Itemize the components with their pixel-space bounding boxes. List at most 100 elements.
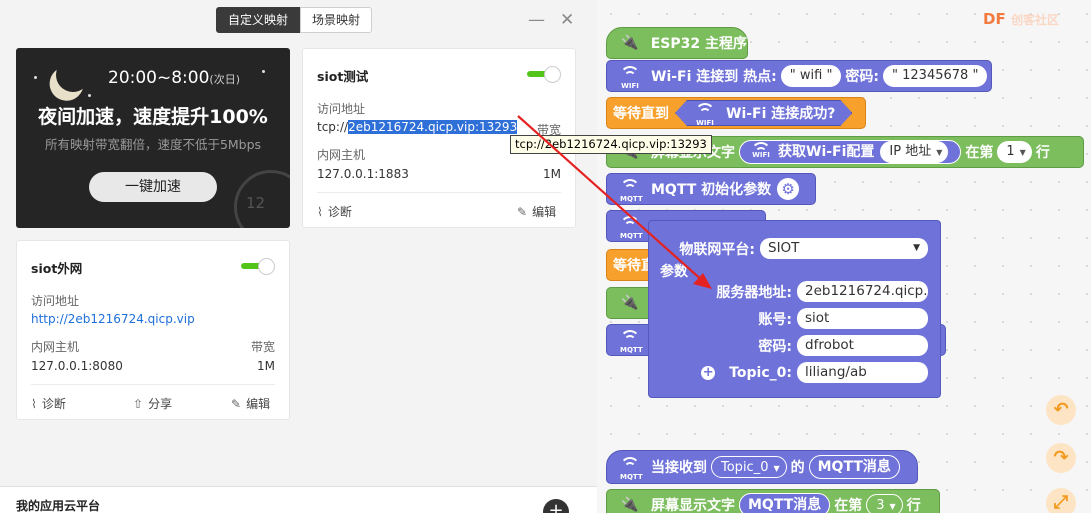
caret-down-icon: ▼ bbox=[773, 464, 780, 473]
star-icon bbox=[34, 76, 37, 79]
mapping-tabs: 自定义映射 场景映射 bbox=[216, 7, 373, 33]
topic-dropdown[interactable]: Topic_0 ▼ bbox=[711, 456, 787, 478]
plug-icon: 🔌 bbox=[621, 35, 639, 51]
mapping-panel: 自定义映射 场景映射 — ✕ 20:00~8:00(次日) 夜间加速，速度提升1… bbox=[0, 0, 597, 513]
wifi-icon: MQTT bbox=[617, 327, 643, 354]
address-tooltip: tcp://2eb1216724.qicp.vip:13293 bbox=[510, 135, 712, 154]
topic-label: Topic_0: bbox=[729, 364, 792, 381]
block-esp32-main[interactable]: 🔌 ESP32 主程序 bbox=[606, 27, 748, 59]
block-label: Wi-Fi 连接到 热点: bbox=[651, 69, 777, 85]
star-icon bbox=[88, 94, 91, 97]
edit-label: 编辑 bbox=[246, 397, 271, 411]
ip-address-dropdown[interactable]: IP 地址 ▼ bbox=[880, 141, 949, 163]
add-topic-button[interactable]: + bbox=[701, 365, 716, 380]
block-wifi-connect[interactable]: WIFI Wi-Fi 连接到 热点: " wifi " 密码: " 123456… bbox=[606, 60, 992, 92]
one-click-boost-button[interactable]: 一键加速 bbox=[89, 172, 217, 202]
block-wait-until[interactable]: 等待直到 WIFI Wi-Fi 连接成功? bbox=[606, 97, 866, 129]
server-address-input[interactable]: 2eb1216724.qicp. bbox=[797, 281, 928, 302]
line-number-dropdown[interactable]: 1 ▼ bbox=[997, 141, 1032, 163]
block-screen-show-message[interactable]: 🔌 屏幕显示文字 MQTT消息 在第 3 ▼ 行 bbox=[606, 489, 940, 513]
server-label: 服务器地址: bbox=[716, 284, 792, 301]
mapping-card-siot-external: siot外网 访问地址 http://2eb1216724.qicp.vip 内… bbox=[16, 240, 290, 420]
address-selected-text[interactable]: 2eb1216724.qicp.vip:13293 bbox=[348, 120, 518, 134]
caret-down-icon: ▼ bbox=[889, 502, 896, 511]
promo-subtitle: 所有映射带宽翻倍，速度不低于5Mbps bbox=[44, 137, 262, 152]
app-cloud-bar: 我的应用云平台 + bbox=[0, 486, 597, 513]
block-label: MQTT 初始化参数 bbox=[651, 182, 772, 198]
edit-button[interactable]: ✎ 编辑 bbox=[517, 203, 556, 220]
close-button[interactable]: ✕ bbox=[560, 10, 574, 30]
share-button[interactable]: ⇧ 分享 bbox=[133, 395, 172, 412]
divider bbox=[317, 192, 561, 193]
password-input[interactable]: dfrobot bbox=[797, 335, 928, 356]
of-label: 的 bbox=[790, 460, 805, 476]
fit-view-button[interactable]: ⤢ bbox=[1046, 488, 1076, 513]
wifi-icon: MQTT bbox=[617, 213, 643, 240]
night-boost-promo: 20:00~8:00(次日) 夜间加速，速度提升100% 所有映射带宽翻倍，速度… bbox=[16, 48, 290, 228]
redo-button[interactable]: ↷ bbox=[1046, 443, 1076, 473]
platform-row: 物联网平台: SIOT bbox=[679, 238, 928, 259]
diagnose-button[interactable]: ⌇ 诊断 bbox=[31, 395, 66, 412]
share-label: 分享 bbox=[148, 397, 173, 411]
password-row: 密码: dfrobot bbox=[758, 335, 928, 356]
mqtt-message-reporter[interactable]: MQTT消息 bbox=[808, 455, 900, 479]
tab-scene-mapping[interactable]: 场景映射 bbox=[300, 7, 373, 33]
access-address[interactable]: tcp://2eb1216724.qicp.vip:13293 bbox=[317, 120, 518, 134]
block-on-mqtt-receive[interactable]: MQTT 当接收到 Topic_0 ▼ 的 MQTT消息 bbox=[606, 450, 918, 484]
minimize-button[interactable]: — bbox=[528, 10, 545, 30]
plug-icon: 🔌 bbox=[621, 497, 639, 513]
params-label: 参数 bbox=[660, 264, 688, 280]
diagnose-icon: ⌇ bbox=[317, 205, 323, 219]
host-label: 内网主机 bbox=[317, 148, 366, 162]
plug-icon: 🔌 bbox=[621, 295, 639, 311]
block-label: 屏幕显示文字 bbox=[651, 498, 735, 513]
edit-button[interactable]: ✎ 编辑 bbox=[231, 395, 270, 412]
internal-host: 127.0.0.1:8080 bbox=[31, 359, 123, 373]
edit-icon: ✎ bbox=[231, 397, 242, 411]
wifi-password-input[interactable]: " 12345678 " bbox=[883, 65, 988, 87]
gear-icon[interactable]: ⚙ bbox=[777, 178, 800, 200]
share-icon: ⇧ bbox=[133, 397, 144, 411]
app-cloud-title: 我的应用云平台 bbox=[16, 499, 101, 513]
diagnose-label: 诊断 bbox=[41, 397, 66, 411]
block-label: 等待直到 bbox=[613, 106, 669, 122]
mqtt-params-popup: 物联网平台: SIOT 参数 服务器地址: 2eb1216724.qicp. 账… bbox=[648, 220, 941, 398]
wifi-icon: MQTT bbox=[617, 176, 643, 203]
account-row: 账号: siot bbox=[758, 308, 928, 329]
block-label: ESP32 主程序 bbox=[650, 36, 747, 52]
dropdown-value: 1 bbox=[1006, 144, 1015, 159]
get-wifi-config-reporter[interactable]: WIFI 获取Wi-Fi配置 IP 地址 ▼ bbox=[739, 139, 962, 165]
undo-button[interactable]: ↶ bbox=[1046, 395, 1076, 425]
mapping-toggle[interactable] bbox=[241, 258, 275, 275]
wifi-icon: WIFI bbox=[748, 139, 774, 165]
account-label: 账号: bbox=[758, 311, 792, 328]
star-icon bbox=[262, 70, 265, 73]
mapping-toggle[interactable] bbox=[527, 66, 561, 83]
diagnose-button[interactable]: ⌇ 诊断 bbox=[317, 203, 352, 220]
block-mqtt-init[interactable]: MQTT MQTT 初始化参数 ⚙ bbox=[606, 173, 816, 205]
account-input[interactable]: siot bbox=[797, 308, 928, 329]
line-number-dropdown[interactable]: 3 ▼ bbox=[866, 494, 903, 513]
tab-custom-mapping[interactable]: 自定义映射 bbox=[216, 7, 301, 33]
condition-label: Wi-Fi 连接成功? bbox=[726, 106, 836, 122]
topic-input[interactable]: liliang/ab bbox=[797, 362, 928, 383]
wifi-icon: WIFI bbox=[692, 100, 718, 126]
add-app-button[interactable]: + bbox=[543, 499, 569, 513]
dropdown-value: IP 地址 bbox=[889, 144, 932, 159]
promo-time-suffix: (次日) bbox=[209, 73, 241, 86]
bandwidth-label: 带宽 bbox=[250, 340, 275, 354]
logo-suffix: 创客社区 bbox=[1010, 13, 1059, 27]
access-address[interactable]: http://2eb1216724.qicp.vip bbox=[31, 312, 195, 326]
platform-dropdown[interactable]: SIOT bbox=[760, 238, 928, 259]
mqtt-message-reporter[interactable]: MQTT消息 bbox=[739, 493, 831, 513]
wifi-connected-condition[interactable]: WIFI Wi-Fi 连接成功? bbox=[675, 100, 852, 126]
promo-title: 夜间加速，速度提升100% bbox=[38, 106, 268, 128]
moon-icon bbox=[51, 53, 95, 97]
dropdown-value: Topic_0 bbox=[721, 460, 769, 475]
diagnose-icon: ⌇ bbox=[31, 397, 37, 411]
diagnose-label: 诊断 bbox=[327, 205, 352, 219]
at-line-label: 在第 bbox=[834, 498, 863, 513]
address-link[interactable]: http://2eb1216724.qicp.vip bbox=[31, 312, 195, 326]
gauge-number: 12 bbox=[246, 194, 266, 212]
wifi-ssid-input[interactable]: " wifi " bbox=[780, 65, 842, 87]
